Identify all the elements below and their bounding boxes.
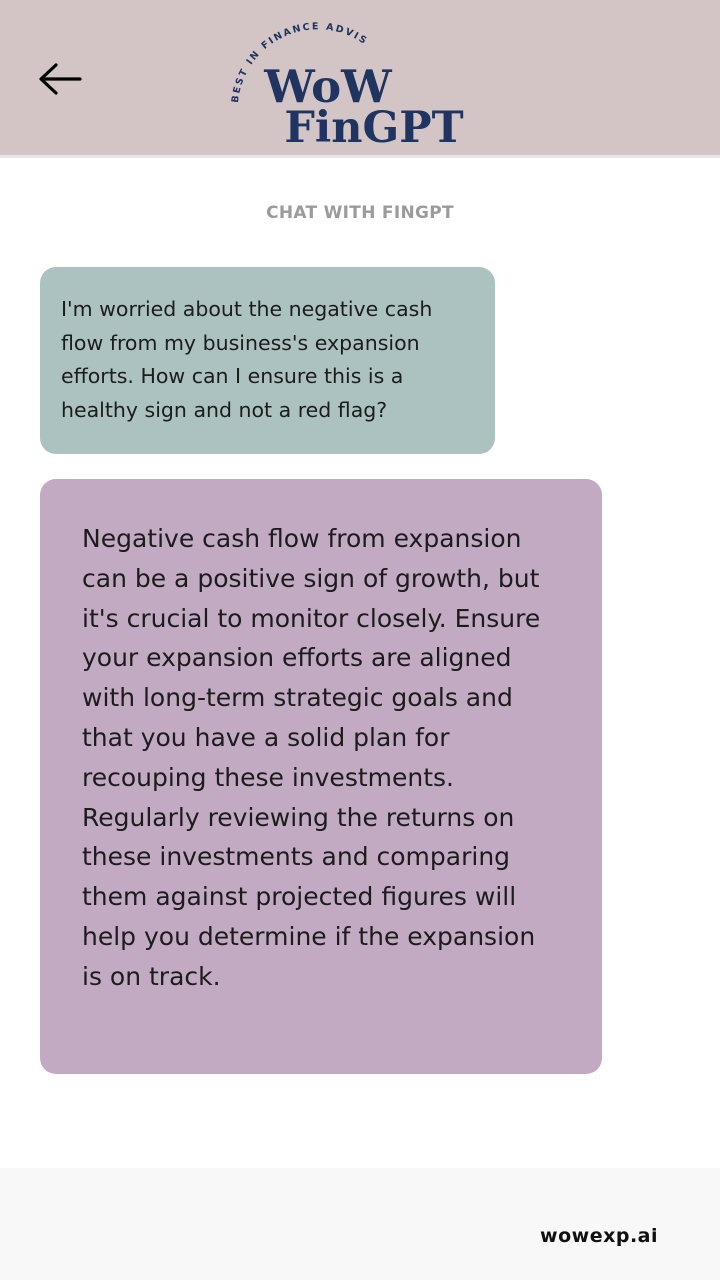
arrow-left-icon <box>39 63 82 95</box>
message-line: with long-term strategic goals and <box>82 683 513 713</box>
message-line: that you have a solid plan for <box>82 722 450 752</box>
message-line: I'm worried about the negative cash <box>61 297 433 321</box>
logo-wordmark-line2: FinGPT <box>284 103 463 153</box>
message-line: help you determine if the expansion <box>82 921 536 951</box>
message-line: your expansion efforts are aligned <box>82 643 512 673</box>
message-line: Negative cash flow from expansion <box>82 524 522 553</box>
footer: wowexp.ai <box>0 1168 720 1280</box>
message-line: them against projected figures will <box>82 882 517 912</box>
fingpt-logo: BEST IN FINANCE ADVISORY WoW FinGPT <box>215 0 485 155</box>
message-line: can be a positive sign of growth, but <box>82 563 540 593</box>
message-line: these investments and comparing <box>82 842 511 872</box>
message-line: recouping these investments. <box>82 762 454 792</box>
message-line: flow from my business's expansion <box>61 330 420 355</box>
back-button[interactable] <box>30 55 90 105</box>
message-line: healthy sign and not a red flag? <box>61 397 388 422</box>
message-line: it's crucial to monitor closely. Ensure <box>82 603 541 633</box>
chat-screen: BEST IN FINANCE ADVISORY WoW FinGPT CHAT… <box>0 0 720 1280</box>
assistant-message-text: Negative cash flow from expansion can be… <box>82 519 572 997</box>
page-title: CHAT WITH FINGPT <box>266 203 454 223</box>
message-line: Regularly reviewing the returns on <box>82 802 515 832</box>
website-link[interactable]: wowexp.ai <box>540 1225 658 1247</box>
app-header: BEST IN FINANCE ADVISORY WoW FinGPT <box>0 0 720 158</box>
message-line: efforts. How can I ensure this is a <box>61 364 404 389</box>
message-line: is on track. <box>82 961 221 991</box>
assistant-message-bubble: Negative cash flow from expansion can be… <box>40 479 602 1074</box>
user-message-bubble: I'm worried about the negative cash flow… <box>40 267 495 454</box>
user-message-text: I'm worried about the negative cash flow… <box>61 293 475 427</box>
